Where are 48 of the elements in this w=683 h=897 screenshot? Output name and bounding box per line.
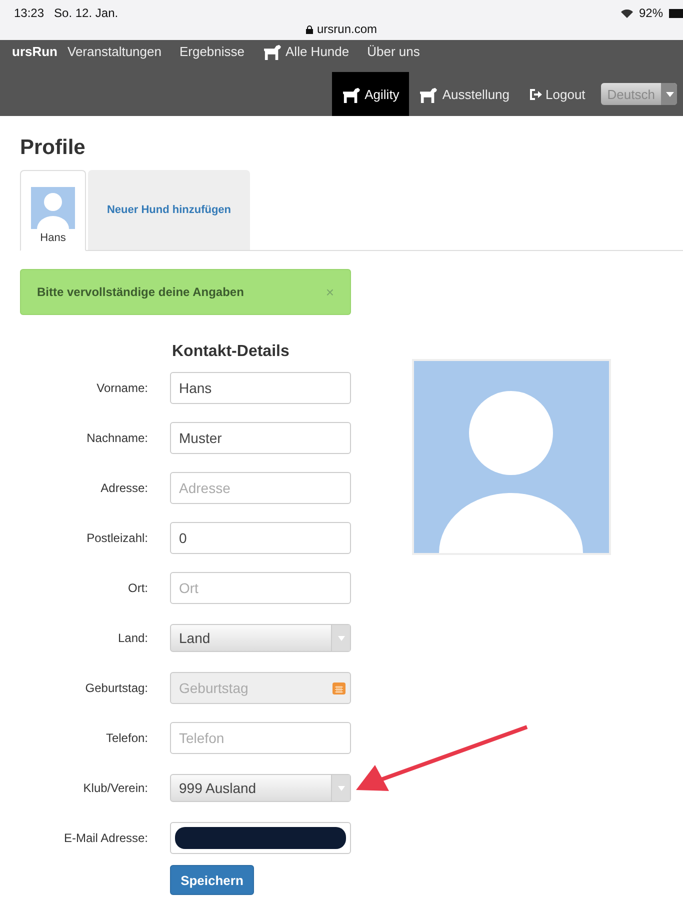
- text-field[interactable]: Adresse: [170, 472, 351, 504]
- url-text[interactable]: ursrun.com: [316, 22, 378, 36]
- select-field[interactable]: Land: [170, 624, 351, 652]
- text-field[interactable]: Ort: [170, 572, 351, 604]
- field-label: Nachname:: [86, 431, 148, 445]
- text-field[interactable]: Telefon: [170, 722, 351, 754]
- field-label: Geburtstag:: [84, 681, 148, 695]
- field-label: Ort:: [127, 581, 148, 595]
- dog-icon: [419, 86, 438, 102]
- page-title: Profile: [20, 136, 86, 161]
- alert-text: Bitte vervollständige deine Angaben: [37, 285, 244, 299]
- select-field[interactable]: 999 Ausland: [170, 774, 351, 802]
- wifi-icon: [620, 8, 633, 18]
- nav-link[interactable]: Alle Hunde: [262, 42, 350, 60]
- nav-link[interactable]: Logout: [520, 72, 596, 116]
- status-date: So. 12. Jan.: [54, 6, 118, 20]
- email-field[interactable]: [170, 822, 351, 854]
- profile-tab[interactable]: Hans: [20, 170, 86, 251]
- field-label: Adresse:: [100, 481, 148, 495]
- field-label: Vorname:: [96, 381, 148, 395]
- field-label: Land:: [116, 631, 148, 645]
- field-label: Klub/Verein:: [82, 781, 148, 795]
- text-field[interactable]: Hans: [170, 372, 351, 404]
- nav-link[interactable]: Agility: [332, 72, 410, 116]
- caret-icon: [338, 786, 344, 790]
- avatar-icon: [31, 187, 75, 229]
- text-field[interactable]: Muster: [170, 422, 351, 454]
- battery-percent: 92%: [638, 6, 663, 20]
- nav-link[interactable]: Über uns: [367, 44, 420, 58]
- field-label: E-Mail Adresse:: [62, 831, 148, 845]
- nav-link[interactable]: Ergebnisse: [179, 44, 245, 58]
- calendar-icon: [332, 681, 346, 695]
- brand-link[interactable]: ursRun: [12, 44, 58, 58]
- dog-icon: [342, 86, 361, 102]
- nav-link[interactable]: Veranstaltungen: [68, 44, 162, 58]
- caret-icon: [338, 636, 344, 640]
- text-field[interactable]: 0: [170, 522, 351, 554]
- profile-tab[interactable]: Neuer Hund hinzufügen: [88, 170, 250, 250]
- save-button[interactable]: Speichern: [170, 865, 254, 895]
- lock-icon: [306, 24, 313, 34]
- status-time: 13:23: [14, 6, 44, 20]
- dog-icon: [262, 42, 282, 60]
- field-label: Telefon:: [104, 731, 148, 745]
- field-label: Postleizahl:: [86, 531, 148, 545]
- nav-link[interactable]: Ausstellung: [409, 72, 520, 116]
- logout-icon: [530, 88, 542, 100]
- battery-icon: [669, 8, 683, 18]
- section-heading: Kontakt-Details: [172, 343, 290, 362]
